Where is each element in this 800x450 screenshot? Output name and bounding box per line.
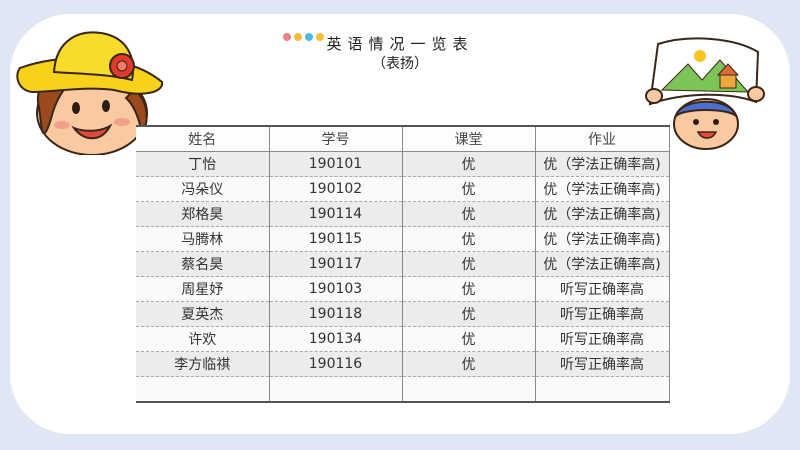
homework-cell: [535, 376, 670, 403]
student-id-cell: 190117: [269, 251, 403, 277]
table-row: 丁怡 190101 优 优（学法正确率高): [136, 151, 670, 177]
class-grade-cell: 优: [402, 301, 536, 327]
name-cell: 马腾林: [136, 226, 270, 252]
class-grade-cell: 优: [402, 201, 536, 227]
column-header: 课堂: [402, 125, 536, 152]
name-cell: 李方临祺: [136, 351, 270, 377]
student-id-cell: 190118: [269, 301, 403, 327]
table-row: 周星妤 190103 优 听写正确率高: [136, 276, 670, 302]
column-header: 作业: [535, 125, 670, 152]
homework-cell: 优（学法正确率高): [535, 226, 670, 252]
table-row-empty: [136, 376, 670, 403]
name-cell: 周星妤: [136, 276, 270, 302]
class-grade-cell: 优: [402, 176, 536, 202]
homework-cell: 听写正确率高: [535, 276, 670, 302]
homework-cell: 听写正确率高: [535, 301, 670, 327]
homework-cell: 优（学法正确率高): [535, 251, 670, 277]
table-row: 夏英杰 190118 优 听写正确率高: [136, 301, 670, 327]
student-id-cell: 190101: [269, 151, 403, 177]
homework-cell: 听写正确率高: [535, 351, 670, 377]
name-cell: 冯朵仪: [136, 176, 270, 202]
class-grade-cell: [402, 376, 536, 403]
student-id-cell: [269, 376, 403, 403]
name-cell: 许欢: [136, 326, 270, 352]
student-id-cell: 190103: [269, 276, 403, 302]
student-id-cell: 190114: [269, 201, 403, 227]
table-header-row: 姓名 学号 课堂 作业: [136, 125, 670, 152]
table-row: 冯朵仪 190102 优 优（学法正确率高): [136, 176, 670, 202]
homework-cell: 优（学法正确率高): [535, 201, 670, 227]
student-id-cell: 190116: [269, 351, 403, 377]
homework-cell: 听写正确率高: [535, 326, 670, 352]
table-row: 马腾林 190115 优 优（学法正确率高): [136, 226, 670, 252]
english-summary-table: 姓名 学号 课堂 作业 丁怡 190101 优 优（学法正确率高) 冯朵仪 19…: [136, 125, 670, 403]
table-row: 李方临祺 190116 优 听写正确率高: [136, 351, 670, 377]
name-cell: 蔡名昊: [136, 251, 270, 277]
student-id-cell: 190115: [269, 226, 403, 252]
column-header: 学号: [269, 125, 403, 152]
homework-cell: 优（学法正确率高): [535, 176, 670, 202]
class-grade-cell: 优: [402, 251, 536, 277]
class-grade-cell: 优: [402, 151, 536, 177]
table-row: 蔡名昊 190117 优 优（学法正确率高): [136, 251, 670, 277]
homework-cell: 优（学法正确率高): [535, 151, 670, 177]
student-id-cell: 190102: [269, 176, 403, 202]
table-row: 郑格昊 190114 优 优（学法正确率高): [136, 201, 670, 227]
name-cell: 丁怡: [136, 151, 270, 177]
class-grade-cell: 优: [402, 351, 536, 377]
class-grade-cell: 优: [402, 326, 536, 352]
name-cell: [136, 376, 270, 403]
column-header: 姓名: [136, 125, 270, 152]
class-grade-cell: 优: [402, 276, 536, 302]
student-id-cell: 190134: [269, 326, 403, 352]
name-cell: 夏英杰: [136, 301, 270, 327]
class-grade-cell: 优: [402, 226, 536, 252]
table-row: 许欢 190134 优 听写正确率高: [136, 326, 670, 352]
name-cell: 郑格昊: [136, 201, 270, 227]
